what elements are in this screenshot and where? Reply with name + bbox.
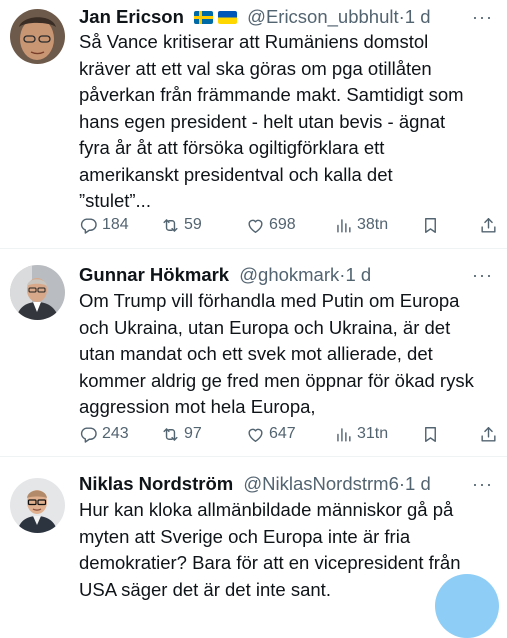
action-bar: 184 59 698 38tn [79, 214, 499, 236]
more-options-icon[interactable]: ··· [472, 263, 493, 287]
bookmark-button[interactable] [421, 423, 444, 445]
user-handle[interactable]: @Ericson_ubbhult [247, 6, 398, 27]
text-line: demokratier? Bara för att en vicepreside… [79, 552, 461, 573]
bookmark-icon [421, 425, 440, 444]
reply-count: 243 [102, 425, 129, 442]
bookmark-button[interactable] [421, 214, 444, 236]
reply-count: 184 [102, 216, 129, 233]
reply-button[interactable]: 184 [79, 214, 129, 236]
view-count: 31tn [357, 425, 389, 442]
repost-icon [161, 425, 180, 444]
views-button[interactable]: 38tn [334, 214, 388, 236]
like-button[interactable]: 698 [246, 214, 296, 236]
bookmark-icon [421, 216, 440, 235]
tweet-jan-ericson[interactable]: Jan Ericson @Ericson_ubbhult·1 d ··· Så … [0, 0, 507, 248]
display-name[interactable]: Gunnar Hökmark [79, 264, 229, 285]
text-line: fyra år åt att försöka ogiltigförklara e… [79, 137, 385, 158]
repost-count: 97 [184, 425, 202, 442]
text-line: Om Trump vill förhandla med Putin om Eur… [79, 290, 460, 311]
repost-button[interactable]: 97 [161, 423, 202, 445]
view-count: 38tn [357, 216, 389, 233]
text-line: ”stulet”... [79, 190, 151, 211]
views-icon [334, 425, 353, 444]
swedish-flag-icon [194, 11, 214, 24]
action-bar: 243 97 647 31tn [79, 423, 499, 445]
share-button[interactable] [479, 423, 502, 445]
display-name[interactable]: Jan Ericson [79, 6, 184, 27]
like-button[interactable]: 647 [246, 423, 296, 445]
text-line: påverkan från främmande makt. Samtidigt … [79, 84, 464, 105]
ukrainian-flag-icon [218, 11, 238, 24]
text-line: utan mandat och ett svek mot allierade, … [79, 343, 433, 364]
tweet-text: Så Vance kritiserar att Rumäniens domsto… [79, 29, 499, 215]
more-options-icon[interactable]: ··· [472, 5, 493, 29]
text-line: Så Vance kritiserar att Rumäniens domsto… [79, 31, 429, 52]
reply-icon [79, 216, 98, 235]
tweet-text: Hur kan kloka allmänbildade människor gå… [79, 497, 499, 603]
reply-icon [79, 425, 98, 444]
user-handle[interactable]: @NiklasNordstrm6 [243, 473, 399, 494]
text-line: och Ukraina, utan Europa och Ukraina, är… [79, 316, 451, 338]
tweet-niklas-nordstrom[interactable]: Niklas Nordström @NiklasNordstrm6·1 d ··… [0, 457, 507, 600]
share-button[interactable] [479, 214, 502, 236]
text-line: amerikanskt presidentval och kalla det [79, 163, 393, 185]
like-count: 647 [269, 425, 296, 442]
tweet-header: Gunnar Hökmark @ghokmark·1 d ··· [79, 263, 493, 287]
reply-button[interactable]: 243 [79, 423, 129, 445]
tweet-text: Om Trump vill förhandla med Putin om Eur… [79, 288, 499, 421]
text-line: kommer aldrig ge fred men öppnar för öka… [79, 369, 474, 391]
heart-icon [246, 216, 265, 235]
tweet-header: Niklas Nordström @NiklasNordstrm6·1 d ··… [79, 472, 493, 496]
avatar[interactable] [10, 9, 65, 64]
repost-button[interactable]: 59 [161, 214, 202, 236]
repost-count: 59 [184, 216, 202, 233]
compose-fab-button[interactable] [435, 574, 499, 638]
views-button[interactable]: 31tn [334, 423, 388, 445]
timestamp[interactable]: 1 d [405, 473, 431, 494]
avatar[interactable] [10, 265, 65, 320]
user-handle[interactable]: @ghokmark [239, 264, 339, 285]
more-options-icon[interactable]: ··· [472, 472, 493, 496]
avatar[interactable] [10, 478, 65, 533]
timestamp[interactable]: 1 d [345, 264, 371, 285]
share-icon [479, 216, 498, 235]
views-icon [334, 216, 353, 235]
tweet-gunnar-hokmark[interactable]: Gunnar Hökmark @ghokmark·1 d ··· Om Trum… [0, 249, 507, 456]
like-count: 698 [269, 216, 296, 233]
heart-icon [246, 425, 265, 444]
timestamp[interactable]: 1 d [405, 6, 431, 27]
repost-icon [161, 216, 180, 235]
share-icon [479, 425, 498, 444]
text-line: aggression mot hela Europa, [79, 396, 316, 417]
text-line: Hur kan kloka allmänbildade människor gå… [79, 499, 454, 520]
text-line: myten att Sverige och Europa inte är fri… [79, 525, 411, 547]
display-name[interactable]: Niklas Nordström [79, 473, 233, 494]
text-line: hans egen president - helt utan bevis - … [79, 110, 446, 132]
text-line: kräver att ett val ska göras om pga otil… [79, 57, 432, 79]
tweet-header: Jan Ericson @Ericson_ubbhult·1 d ··· [79, 5, 493, 29]
